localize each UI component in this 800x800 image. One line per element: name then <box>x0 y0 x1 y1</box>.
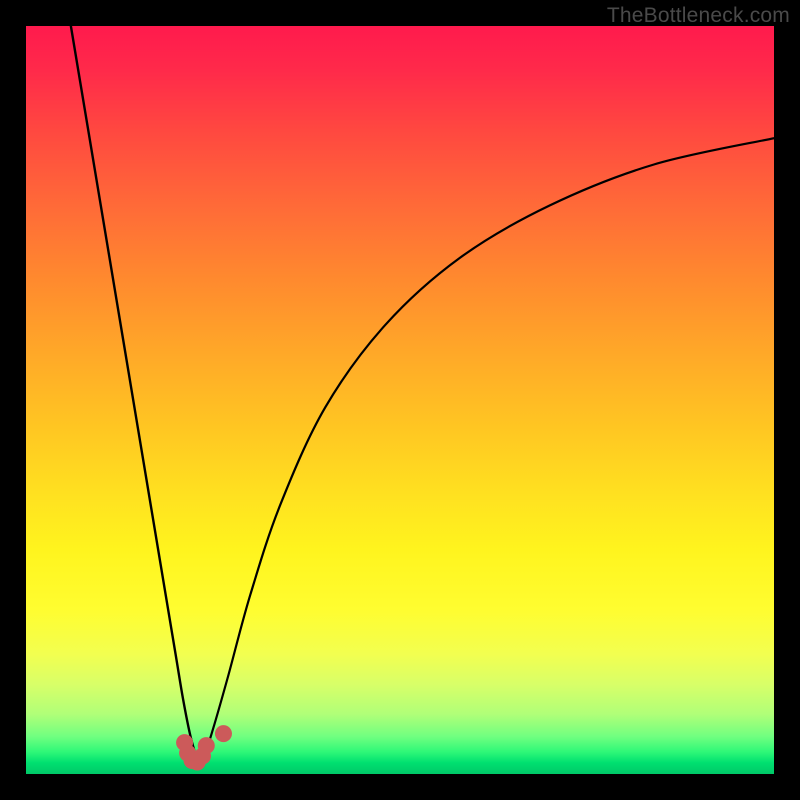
curve-layer <box>26 26 774 774</box>
optimum-marker <box>215 725 232 742</box>
plot-area <box>26 26 774 774</box>
optimum-marker <box>198 737 215 754</box>
chart-frame: TheBottleneck.com <box>0 0 800 800</box>
optimum-markers <box>176 725 232 770</box>
bottleneck-curve-left <box>71 26 198 763</box>
watermark-text: TheBottleneck.com <box>607 4 790 28</box>
bottleneck-curve-right <box>198 138 774 763</box>
